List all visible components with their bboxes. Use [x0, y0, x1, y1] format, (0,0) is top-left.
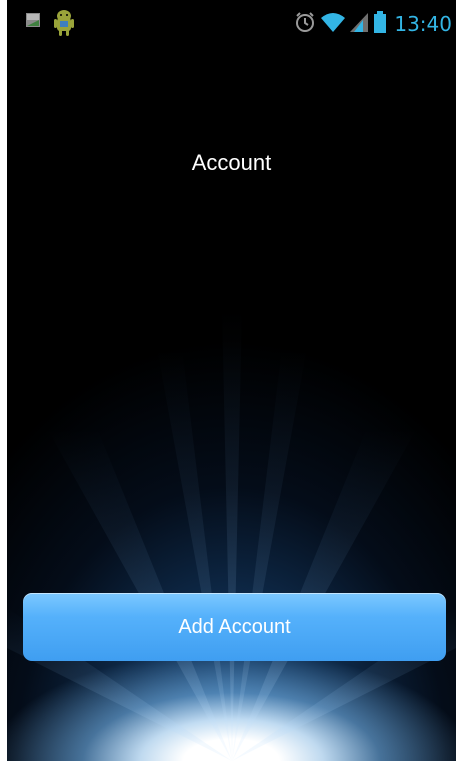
status-icons: 13:40 — [294, 8, 452, 40]
wifi-icon — [320, 11, 346, 37]
battery-icon — [374, 11, 387, 37]
add-account-button[interactable]: Add Account — [23, 593, 446, 661]
alarm-clock-icon — [294, 11, 316, 37]
sim-card-3g-icon — [25, 12, 41, 32]
status-bar: 13:40 — [7, 0, 456, 48]
status-clock: 13:40 — [394, 12, 452, 36]
cell-signal-icon — [350, 11, 370, 37]
android-robot-icon — [53, 9, 75, 41]
phone-screen: 13:40 Account Add Account — [7, 0, 456, 761]
page-title: Account — [191, 150, 272, 175]
